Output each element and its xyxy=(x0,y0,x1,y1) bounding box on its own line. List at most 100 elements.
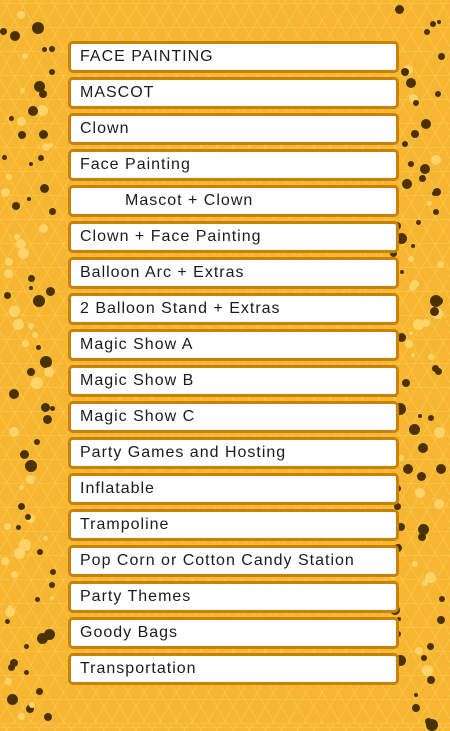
decorative-dot xyxy=(430,307,439,316)
decorative-dot xyxy=(42,143,50,151)
menu-item-magic-show-a[interactable]: Magic Show A xyxy=(68,329,399,361)
decorative-dot xyxy=(419,175,426,182)
decorative-dot xyxy=(49,69,55,75)
decorative-dot xyxy=(418,443,428,453)
decorative-dot xyxy=(18,131,26,139)
decorative-dot xyxy=(439,596,445,602)
decorative-dot xyxy=(5,619,10,624)
decorative-dot xyxy=(428,354,434,360)
decorative-dot xyxy=(414,693,418,697)
decorative-dot xyxy=(13,319,24,330)
decorative-dot xyxy=(438,53,445,60)
decorative-dot xyxy=(44,713,52,721)
menu-item-magic-show-b[interactable]: Magic Show B xyxy=(68,365,399,397)
decorative-dot xyxy=(2,155,7,160)
decorative-dot xyxy=(408,256,414,262)
decorative-dot xyxy=(415,488,425,498)
decorative-dot xyxy=(424,29,430,35)
decorative-dot xyxy=(1,557,9,565)
decorative-dot xyxy=(41,403,50,412)
decorative-dot xyxy=(28,275,35,282)
decorative-dot xyxy=(35,597,40,602)
decorative-dot xyxy=(22,340,29,347)
decorative-dot xyxy=(37,549,43,555)
decorative-dot xyxy=(6,174,12,180)
decorative-dot xyxy=(417,472,426,481)
decorative-dot xyxy=(50,569,56,575)
decorative-dot xyxy=(401,68,409,76)
menu-item-clown[interactable]: Clown xyxy=(68,113,399,145)
decorative-dot xyxy=(409,331,413,335)
menu-item-popcorn-cotton-candy[interactable]: Pop Corn or Cotton Candy Station xyxy=(68,545,399,577)
menu-item-party-themes[interactable]: Party Themes xyxy=(68,581,399,613)
decorative-dot xyxy=(420,164,430,174)
decorative-dot xyxy=(434,499,444,509)
decorative-dot xyxy=(4,292,11,299)
decorative-dot xyxy=(400,270,404,274)
decorative-dot xyxy=(430,295,442,307)
decorative-dot xyxy=(25,460,37,472)
menu-item-goody-bags[interactable]: Goody Bags xyxy=(68,617,399,649)
decorative-dot xyxy=(33,295,45,307)
decorative-dot xyxy=(435,368,442,375)
decorative-dot xyxy=(18,713,25,720)
menu-item-inflatable[interactable]: Inflatable xyxy=(68,473,399,505)
decorative-dot xyxy=(416,220,421,225)
decorative-dot xyxy=(430,21,436,27)
menu-item-transportation[interactable]: Transportation xyxy=(68,653,399,685)
services-menu: FACE PAINTING MASCOT Clown Face Painting… xyxy=(68,41,399,689)
decorative-dot xyxy=(10,31,20,41)
decorative-dot xyxy=(28,323,34,329)
decorative-dot xyxy=(432,191,437,196)
menu-item-mascot-header[interactable]: MASCOT xyxy=(68,77,399,109)
decorative-dot xyxy=(9,116,14,121)
decorative-dot xyxy=(20,88,25,93)
decorative-dot xyxy=(17,117,26,126)
decorative-dot xyxy=(39,224,48,233)
decorative-dot xyxy=(418,533,426,541)
decorative-dot xyxy=(434,427,445,438)
decorative-dot xyxy=(411,280,419,288)
decorative-dot xyxy=(43,415,52,424)
decorative-dot xyxy=(5,258,13,266)
decorative-dot xyxy=(20,450,29,459)
decorative-dot xyxy=(402,379,410,387)
menu-item-mascot-clown[interactable]: Mascot + Clown xyxy=(68,185,399,217)
decorative-dot xyxy=(49,582,55,588)
decorative-dot xyxy=(24,670,29,675)
decorative-dot xyxy=(50,406,55,411)
decorative-dot xyxy=(27,368,35,376)
decorative-dot xyxy=(25,514,31,520)
decorative-dot xyxy=(16,525,21,530)
decorative-dot xyxy=(413,100,419,106)
menu-item-balloon-stand[interactable]: 2 Balloon Stand + Extras xyxy=(68,293,399,325)
decorative-dot xyxy=(7,694,18,705)
decorative-dot xyxy=(11,571,18,578)
decorative-dot xyxy=(8,664,15,671)
decorative-dot xyxy=(44,367,54,377)
decorative-dot xyxy=(428,415,434,421)
decorative-dot xyxy=(402,179,412,189)
menu-item-face-painting[interactable]: Face Painting xyxy=(68,149,399,181)
decorative-dot xyxy=(9,427,19,437)
menu-item-clown-face-painting[interactable]: Clown + Face Painting xyxy=(68,221,399,253)
decorative-dot xyxy=(37,105,48,116)
decorative-dot xyxy=(411,353,415,357)
decorative-dot xyxy=(14,234,20,240)
menu-item-balloon-arc[interactable]: Balloon Arc + Extras xyxy=(68,257,399,289)
decorative-dot xyxy=(403,464,413,474)
decorative-dot xyxy=(38,155,44,161)
menu-item-party-games[interactable]: Party Games and Hosting xyxy=(68,437,399,469)
menu-item-trampoline[interactable]: Trampoline xyxy=(68,509,399,541)
decorative-dot xyxy=(40,184,49,193)
decorative-dot xyxy=(421,655,427,661)
menu-item-face-painting-header[interactable]: FACE PAINTING xyxy=(68,41,399,73)
decorative-dot xyxy=(39,90,47,98)
decorative-dot xyxy=(9,389,19,399)
decorative-dot xyxy=(32,22,44,34)
decorative-dot xyxy=(427,676,435,684)
decorative-dot xyxy=(418,414,422,418)
decorative-dot xyxy=(29,286,33,290)
decorative-dot xyxy=(406,78,416,88)
menu-item-magic-show-c[interactable]: Magic Show C xyxy=(68,401,399,433)
